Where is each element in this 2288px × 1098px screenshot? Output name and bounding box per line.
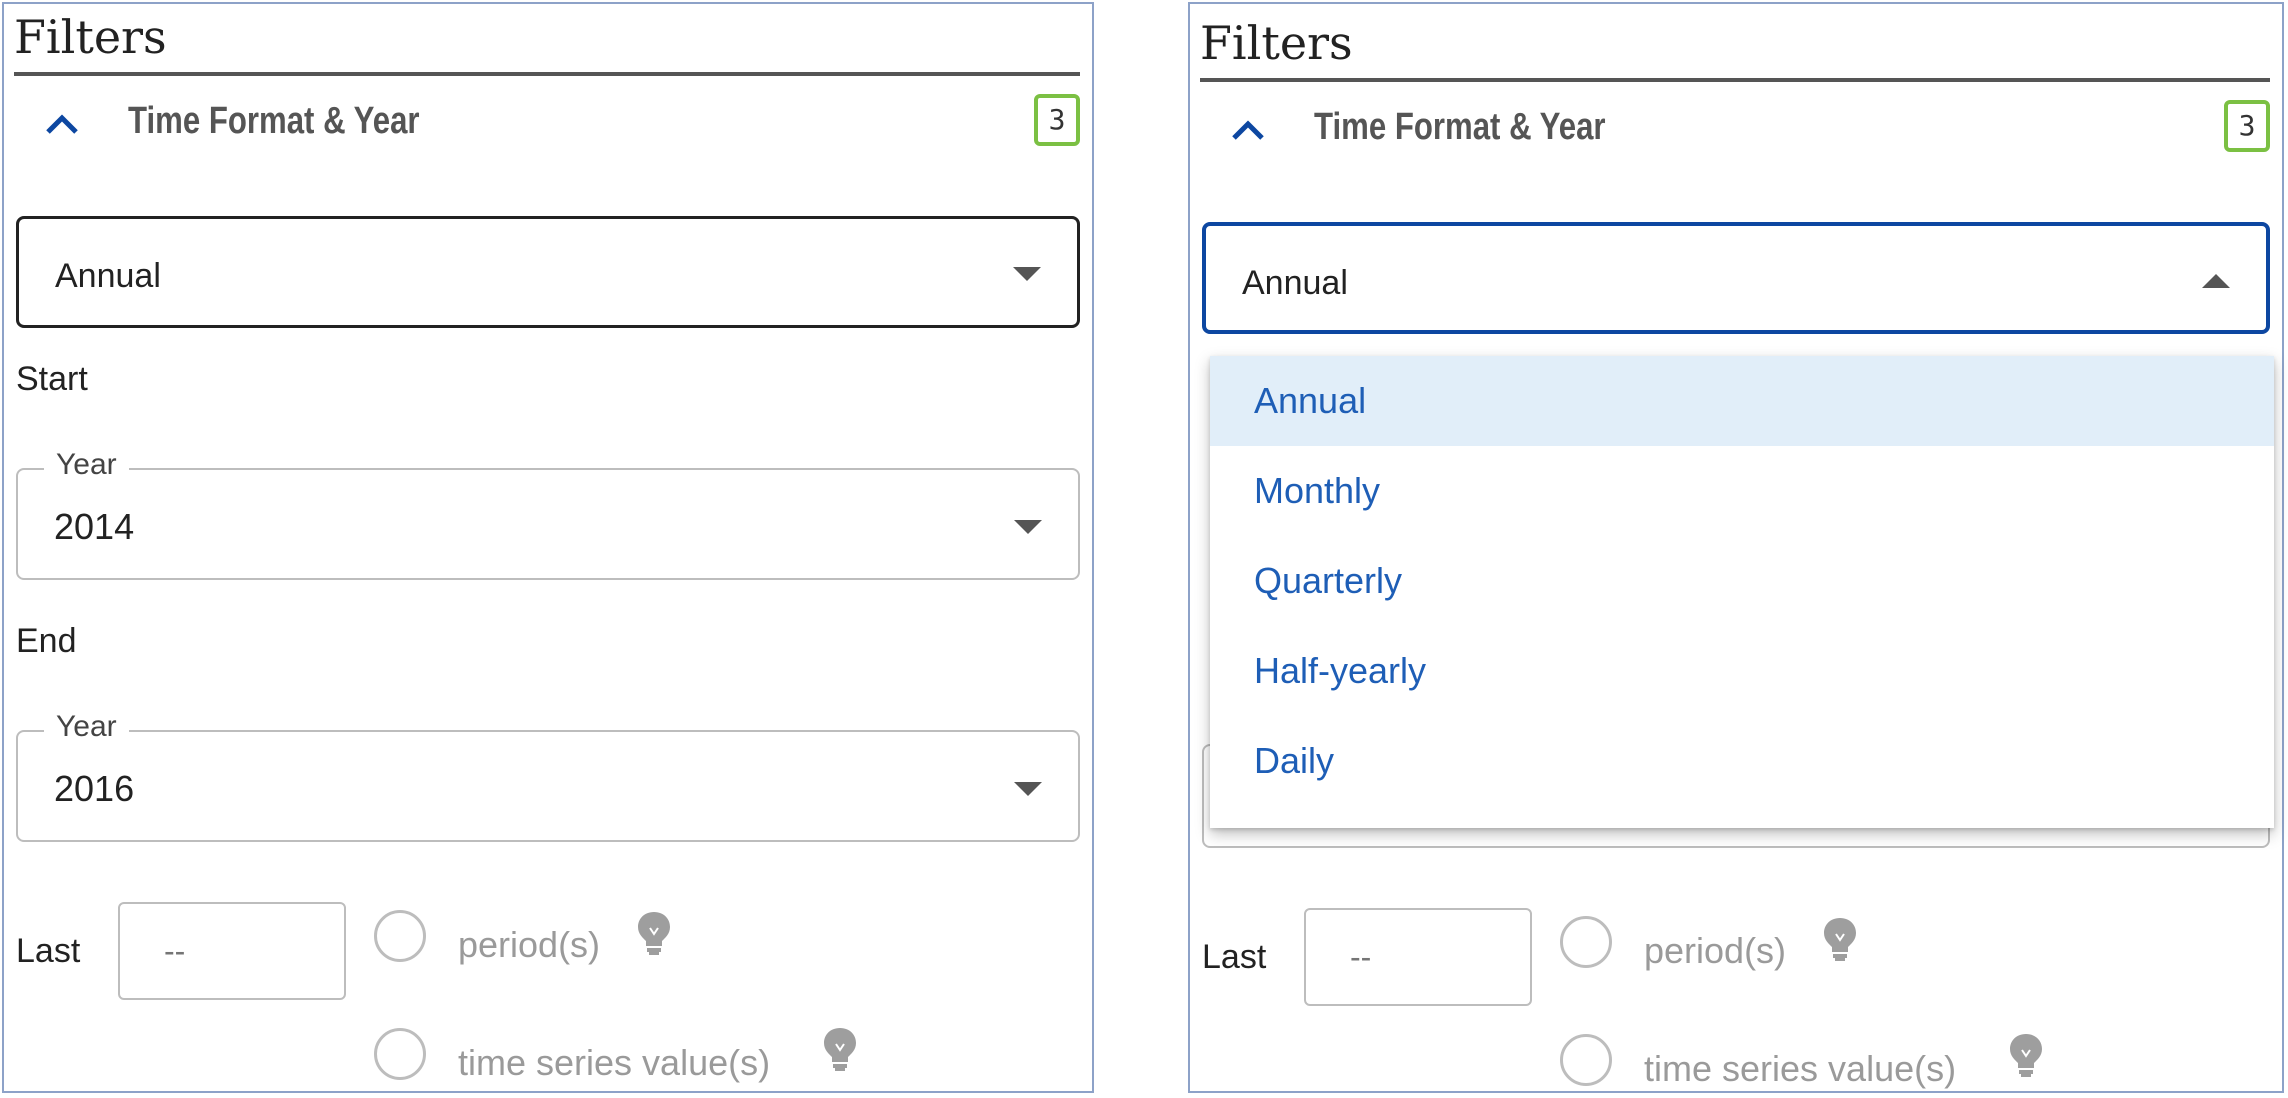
menu-option-half-yearly[interactable]: Half-yearly — [1210, 626, 2274, 716]
title-divider — [14, 72, 1080, 76]
lightbulb-icon[interactable] — [2008, 1032, 2044, 1078]
time-format-menu: Annual Monthly Quarterly Half-yearly Dai… — [1210, 356, 2274, 828]
last-count-input[interactable] — [118, 902, 346, 1000]
periods-radio[interactable] — [374, 910, 426, 962]
menu-option-quarterly[interactable]: Quarterly — [1210, 536, 2274, 626]
periods-radio-label: period(s) — [458, 924, 601, 965]
lightbulb-icon[interactable] — [1822, 916, 1858, 962]
periods-radio-label: period(s) — [1644, 930, 1787, 971]
end-label: End — [16, 622, 77, 660]
menu-option-daily[interactable]: Daily — [1210, 716, 2274, 806]
time-series-radio-label: time series value(s) — [1644, 1048, 1957, 1089]
chevron-up-icon[interactable] — [44, 112, 80, 136]
filter-count-badge: 3 — [2224, 100, 2270, 152]
time-series-radio-label: time series value(s) — [458, 1042, 771, 1083]
lightbulb-icon[interactable] — [822, 1026, 858, 1072]
periods-radio[interactable] — [1560, 916, 1612, 968]
end-year-select[interactable]: Year 2016 — [16, 710, 1080, 842]
time-format-value: Annual — [1242, 264, 1348, 302]
last-label: Last — [1202, 938, 1267, 976]
start-label: Start — [16, 360, 88, 398]
panel-title: Filters — [1200, 16, 1353, 70]
filters-panel-collapsed-dropdown: Filters Time Format & Year 3 Annual Star… — [2, 2, 1094, 1093]
time-series-radio[interactable] — [374, 1028, 426, 1080]
time-format-select[interactable]: Annual — [16, 216, 1080, 328]
start-year-select[interactable]: Year 2014 — [16, 448, 1080, 580]
caret-up-icon — [2202, 274, 2230, 288]
section-label[interactable]: Time Format & Year — [128, 100, 420, 143]
lightbulb-icon[interactable] — [636, 910, 672, 956]
menu-option-annual[interactable]: Annual — [1210, 356, 2274, 446]
time-series-radio[interactable] — [1560, 1034, 1612, 1086]
start-year-value: 2014 — [54, 506, 135, 547]
end-year-value: 2016 — [54, 768, 135, 809]
section-label[interactable]: Time Format & Year — [1314, 106, 1606, 149]
caret-down-icon — [1014, 782, 1042, 796]
panel-title: Filters — [14, 10, 167, 64]
last-count-field[interactable] — [120, 904, 344, 998]
menu-option-monthly[interactable]: Monthly — [1210, 446, 2274, 536]
last-label: Last — [16, 932, 81, 970]
caret-down-icon — [1014, 520, 1042, 534]
time-format-select[interactable]: Annual — [1202, 222, 2270, 334]
title-divider — [1200, 78, 2270, 82]
chevron-up-icon[interactable] — [1230, 118, 1266, 142]
caret-down-icon — [1013, 267, 1041, 281]
last-count-field[interactable] — [1306, 910, 1530, 1004]
last-count-input[interactable] — [1304, 908, 1532, 1006]
filters-panel-expanded-dropdown: Filters Time Format & Year 3 Annual Last… — [1188, 2, 2284, 1093]
start-year-legend: Year — [44, 448, 129, 482]
filter-count-badge: 3 — [1034, 94, 1080, 146]
time-format-value: Annual — [55, 257, 161, 295]
end-year-legend: Year — [44, 710, 129, 744]
